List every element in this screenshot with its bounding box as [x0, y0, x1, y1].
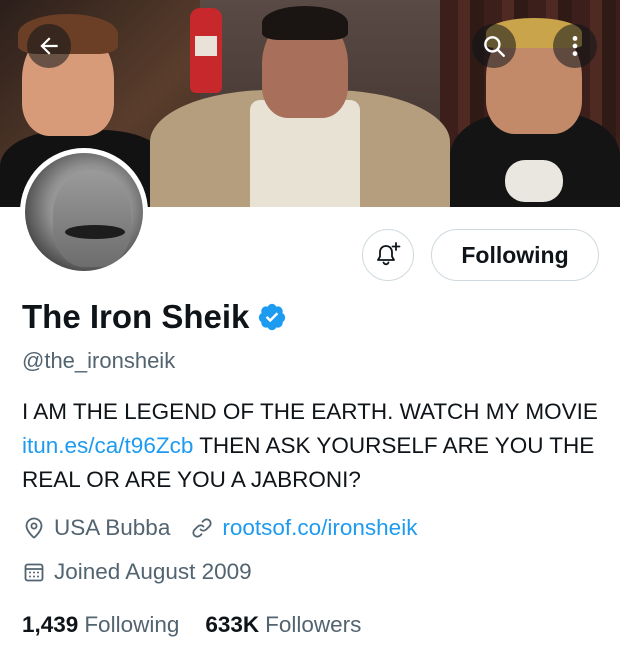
- following-button[interactable]: Following: [431, 229, 599, 281]
- profile-meta-row: USA Bubba rootsof.co/ironsheik: [22, 515, 437, 541]
- notifications-button[interactable]: [362, 229, 414, 281]
- website-link[interactable]: rootsof.co/ironsheik: [222, 515, 417, 541]
- profile-avatar[interactable]: [20, 148, 148, 276]
- link-icon: [192, 518, 212, 538]
- profile-bio: I AM THE LEGEND OF THE EARTH. WATCH MY M…: [22, 395, 602, 497]
- profile-handle: @the_ironsheik: [22, 348, 176, 373]
- bell-plus-icon: [377, 242, 401, 266]
- following-button-label: Following: [461, 241, 569, 268]
- bio-text: I AM THE LEGEND OF THE EARTH. WATCH MY M…: [22, 399, 598, 424]
- verified-badge-icon: [259, 303, 286, 331]
- followers-label: Followers: [265, 612, 362, 637]
- following-count: 1,439: [22, 612, 79, 637]
- profile-stats: 1,439 Following 633K Followers: [22, 612, 387, 638]
- search-icon: [484, 36, 505, 57]
- avatar-image: [25, 153, 143, 271]
- avatar-photo-detail: [53, 171, 131, 267]
- banner-photo-person: [262, 6, 348, 40]
- followers-stat[interactable]: 633K Followers: [205, 612, 361, 638]
- back-button[interactable]: [27, 24, 71, 68]
- more-options-button[interactable]: [553, 24, 597, 68]
- display-name: The Iron Sheik: [22, 298, 250, 335]
- calendar-icon: [24, 563, 44, 582]
- bio-link[interactable]: itun.es/ca/t96Zcb: [22, 433, 193, 458]
- following-stat[interactable]: 1,439 Following: [22, 612, 179, 638]
- location-text: USA Bubba: [54, 515, 171, 540]
- location-pin-icon: [25, 517, 43, 539]
- profile-website[interactable]: rootsof.co/ironsheik: [190, 515, 417, 541]
- avatar-photo-detail: [65, 225, 125, 239]
- following-label: Following: [84, 612, 180, 637]
- arrow-left-icon: [40, 37, 58, 55]
- search-button[interactable]: [472, 24, 516, 68]
- banner-photo-detail: [505, 160, 563, 202]
- profile-joined: Joined August 2009: [22, 559, 252, 585]
- more-vertical-icon: [572, 36, 578, 56]
- followers-count: 633K: [205, 612, 260, 637]
- profile-name-row: The Iron Sheik: [22, 298, 287, 336]
- joined-text: Joined August 2009: [54, 559, 252, 584]
- banner-photo-detail: [195, 36, 217, 56]
- profile-location: USA Bubba: [22, 515, 170, 541]
